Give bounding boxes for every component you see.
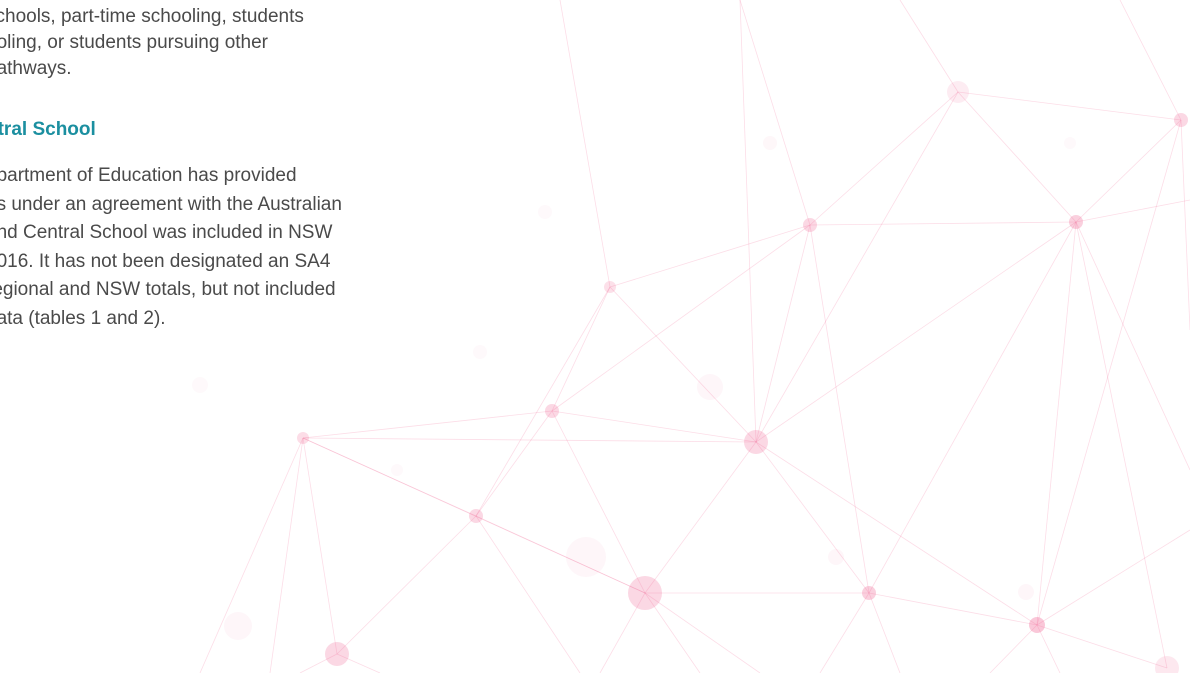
text-line: and Central School was included in NSW (0, 222, 333, 243)
document-page: schools, part-time schooling, students o… (0, 0, 1190, 673)
text-line: pathways. (0, 58, 72, 79)
network-background-graphic (192, 0, 1190, 673)
text-line: es under an agreement with the Australia… (0, 193, 342, 215)
text-line: ooling, or students pursuing other (0, 32, 269, 53)
section-heading: ntral School (0, 119, 96, 140)
intro-paragraph: schools, part-time schooling, students o… (0, 4, 304, 82)
text-line: epartment of Education has provided (0, 165, 297, 186)
text-line: schools, part-time schooling, students (0, 6, 304, 27)
text-line: 2016. It has not been designated an SA4 (0, 250, 331, 272)
text-line: data (tables 1 and 2). (0, 307, 166, 329)
section-paragraph: epartment of Education has provided es u… (0, 162, 342, 333)
text-line: regional and NSW totals, but not include… (0, 279, 336, 300)
